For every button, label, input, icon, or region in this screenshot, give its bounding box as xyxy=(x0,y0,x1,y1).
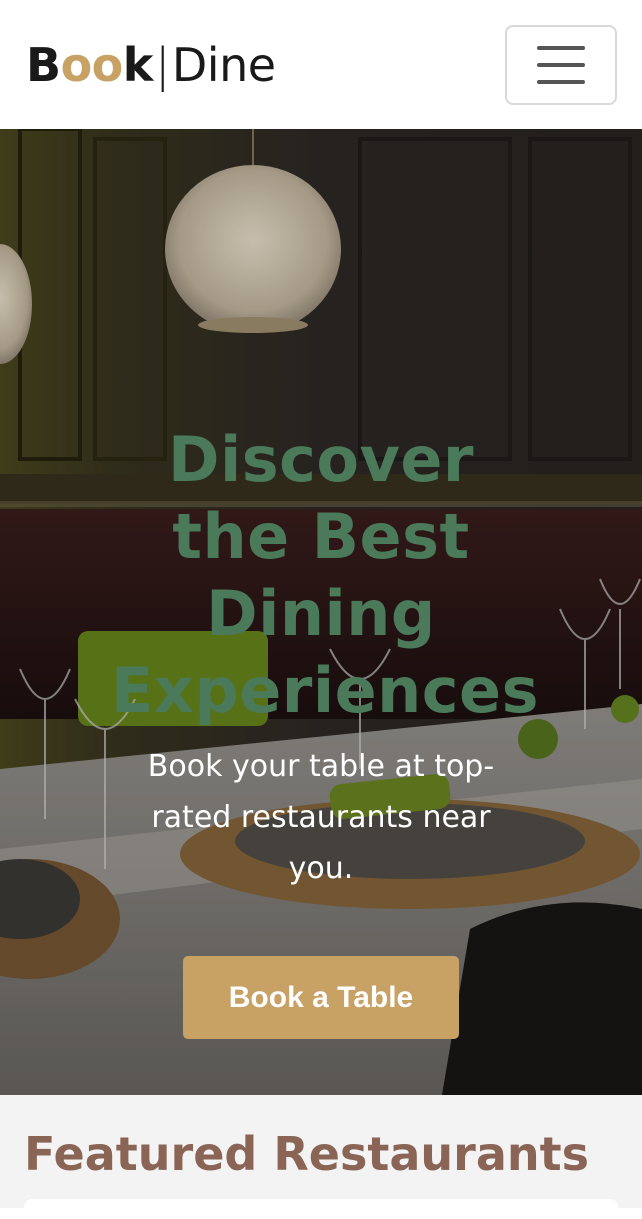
hero-title: Discover the Best Dining Experiences xyxy=(111,423,539,727)
hero-subtitle: Book your table at top-rated restaurants… xyxy=(147,749,495,886)
brand-letter-b: B xyxy=(26,37,61,92)
restaurant-card[interactable] xyxy=(24,1199,618,1219)
navbar: Boo k | Dine xyxy=(0,0,642,129)
featured-restaurants-section: Featured Restaurants xyxy=(0,1095,642,1219)
hero-section: Discover the Best Dining Experiences Boo… xyxy=(0,129,642,1095)
book-a-table-button[interactable]: Book a Table xyxy=(183,956,459,1039)
menu-toggle-button[interactable] xyxy=(505,24,617,105)
hero-content: Discover the Best Dining Experiences Boo… xyxy=(0,129,642,1095)
brand-separator: | xyxy=(154,37,171,92)
brand-letters-oo: oo xyxy=(60,37,124,92)
brand-logo[interactable]: Boo k | Dine xyxy=(26,42,276,88)
brand-letter-k: k xyxy=(122,37,154,92)
hamburger-bar xyxy=(537,62,585,67)
hamburger-bar xyxy=(537,79,585,84)
hamburger-menu-icon xyxy=(537,45,585,50)
featured-restaurants-heading: Featured Restaurants xyxy=(24,1127,589,1181)
brand-dine: Dine xyxy=(171,37,276,92)
